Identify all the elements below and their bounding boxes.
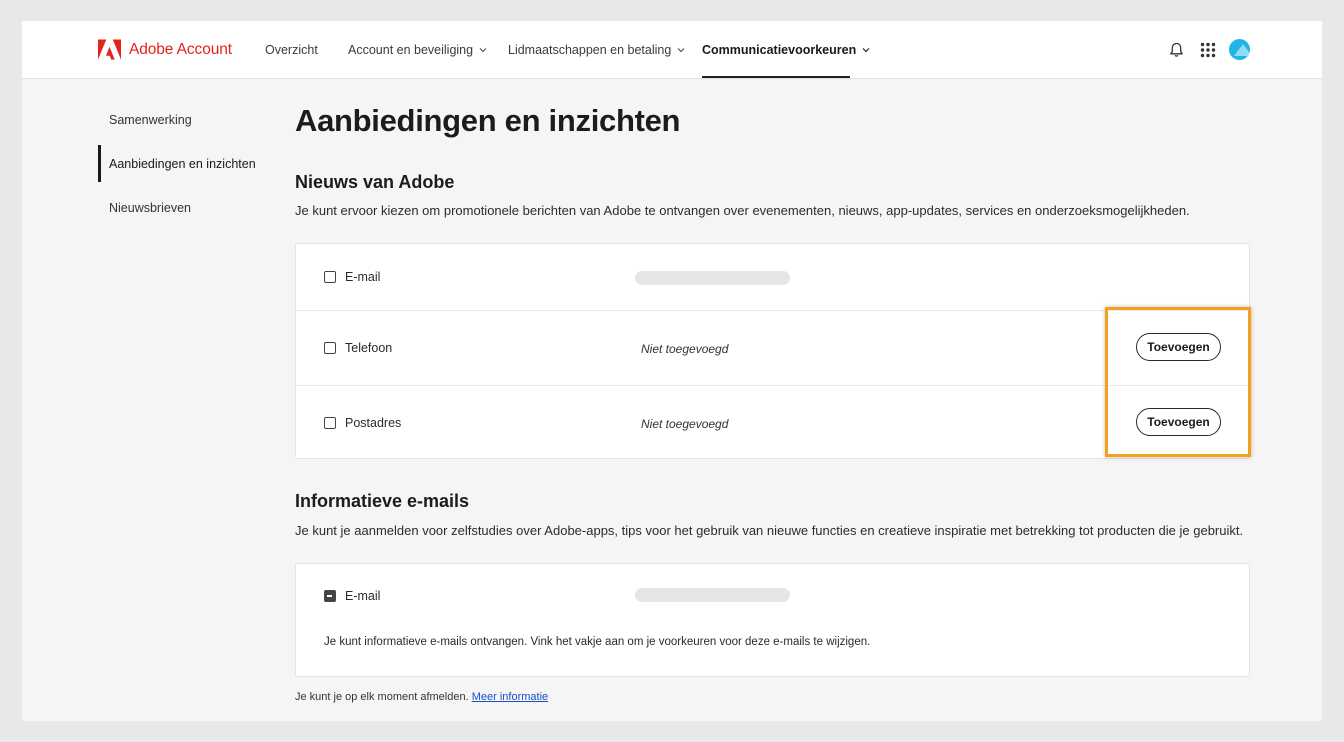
channel-row-email: E-mail — [296, 244, 1249, 310]
channel-status: Niet toegevoegd — [641, 417, 729, 431]
bell-icon — [1169, 42, 1183, 57]
nav-label: Account en beveiliging — [348, 43, 474, 57]
sidebar-item-label: Aanbiedingen en inzichten — [109, 157, 256, 171]
top-navigation-bar: Adobe Account Overzicht Account en bevei… — [22, 21, 1322, 79]
chevron-down-icon — [677, 48, 685, 53]
brand-home-link[interactable]: Adobe Account — [98, 39, 232, 60]
nav-account-en-beveiliging[interactable]: Account en beveiliging — [348, 21, 487, 79]
channel-row-telefoon: Telefoon Niet toegevoegd Toevoegen — [296, 311, 1249, 385]
more-info-link[interactable]: Meer informatie — [472, 691, 548, 703]
sidebar-active-indicator — [98, 145, 101, 182]
nav-overzicht[interactable]: Overzicht — [265, 21, 318, 79]
section-heading-nieuws: Nieuws van Adobe — [295, 172, 455, 192]
unsubscribe-footer: Je kunt je op elk moment afmelden. Meer … — [295, 691, 548, 703]
channel-label: Telefoon — [345, 341, 393, 355]
add-postal-address-button[interactable]: Toevoegen — [1136, 408, 1221, 436]
section-description-informatief: Je kunt je aanmelden voor zelfstudies ov… — [295, 523, 1244, 538]
page-frame: Adobe Account Overzicht Account en bevei… — [22, 21, 1322, 721]
postal-address-checkbox[interactable] — [324, 417, 336, 429]
informational-email-note: Je kunt informatieve e-mails ontvangen. … — [324, 636, 871, 648]
sidebar-item-nieuwsbrieven[interactable]: Nieuwsbrieven — [109, 201, 191, 215]
section-heading-informatief: Informatieve e-mails — [295, 491, 470, 511]
promotional-channels-card: E-mail Telefoon Niet toegevoegd Toevoege… — [295, 243, 1250, 459]
sidebar-item-label: Samenwerking — [109, 113, 192, 127]
channel-label: E-mail — [345, 270, 381, 284]
phone-checkbox[interactable] — [324, 342, 336, 354]
channel-label: E-mail — [345, 589, 381, 603]
channel-row-postadres: Postadres Niet toegevoegd Toevoegen — [296, 386, 1249, 459]
informational-email-checkbox[interactable] — [324, 590, 336, 602]
informational-emails-card: E-mail Je kunt informatieve e-mails ontv… — [295, 563, 1250, 677]
channel-status: Niet toegevoegd — [641, 342, 729, 356]
chevron-down-icon — [862, 48, 870, 53]
nav-label: Lidmaatschappen en betaling — [508, 43, 672, 57]
page-title: Aanbiedingen en inzichten — [295, 103, 681, 138]
footer-text: Je kunt je op elk moment afmelden. — [295, 691, 469, 703]
apps-button[interactable] — [1198, 40, 1218, 60]
nav-lidmaatschappen-en-betaling[interactable]: Lidmaatschappen en betaling — [508, 21, 685, 79]
sidebar-item-label: Nieuwsbrieven — [109, 201, 191, 215]
sidebar-item-aanbiedingen-en-inzichten[interactable]: Aanbiedingen en inzichten — [109, 157, 256, 171]
notifications-button[interactable] — [1166, 40, 1186, 60]
email-checkbox[interactable] — [324, 271, 336, 283]
add-phone-button[interactable]: Toevoegen — [1136, 333, 1221, 361]
brand-name: Adobe Account — [129, 40, 232, 58]
section-description-nieuws: Je kunt ervoor kiezen om promotionele be… — [295, 203, 1190, 218]
adobe-logo-icon — [98, 39, 121, 60]
email-value-redacted — [635, 271, 790, 285]
chevron-down-icon — [479, 48, 487, 53]
user-avatar[interactable] — [1229, 39, 1250, 60]
sidebar-item-samenwerking[interactable]: Samenwerking — [109, 113, 192, 127]
active-nav-indicator — [702, 76, 850, 78]
nav-label: Overzicht — [265, 43, 318, 57]
app-grid-icon — [1200, 42, 1216, 58]
nav-communicatievoorkeuren[interactable]: Communicatievoorkeuren — [702, 21, 870, 79]
email-value-redacted — [635, 588, 790, 602]
channel-label: Postadres — [345, 416, 402, 430]
nav-label: Communicatievoorkeuren — [702, 43, 857, 57]
